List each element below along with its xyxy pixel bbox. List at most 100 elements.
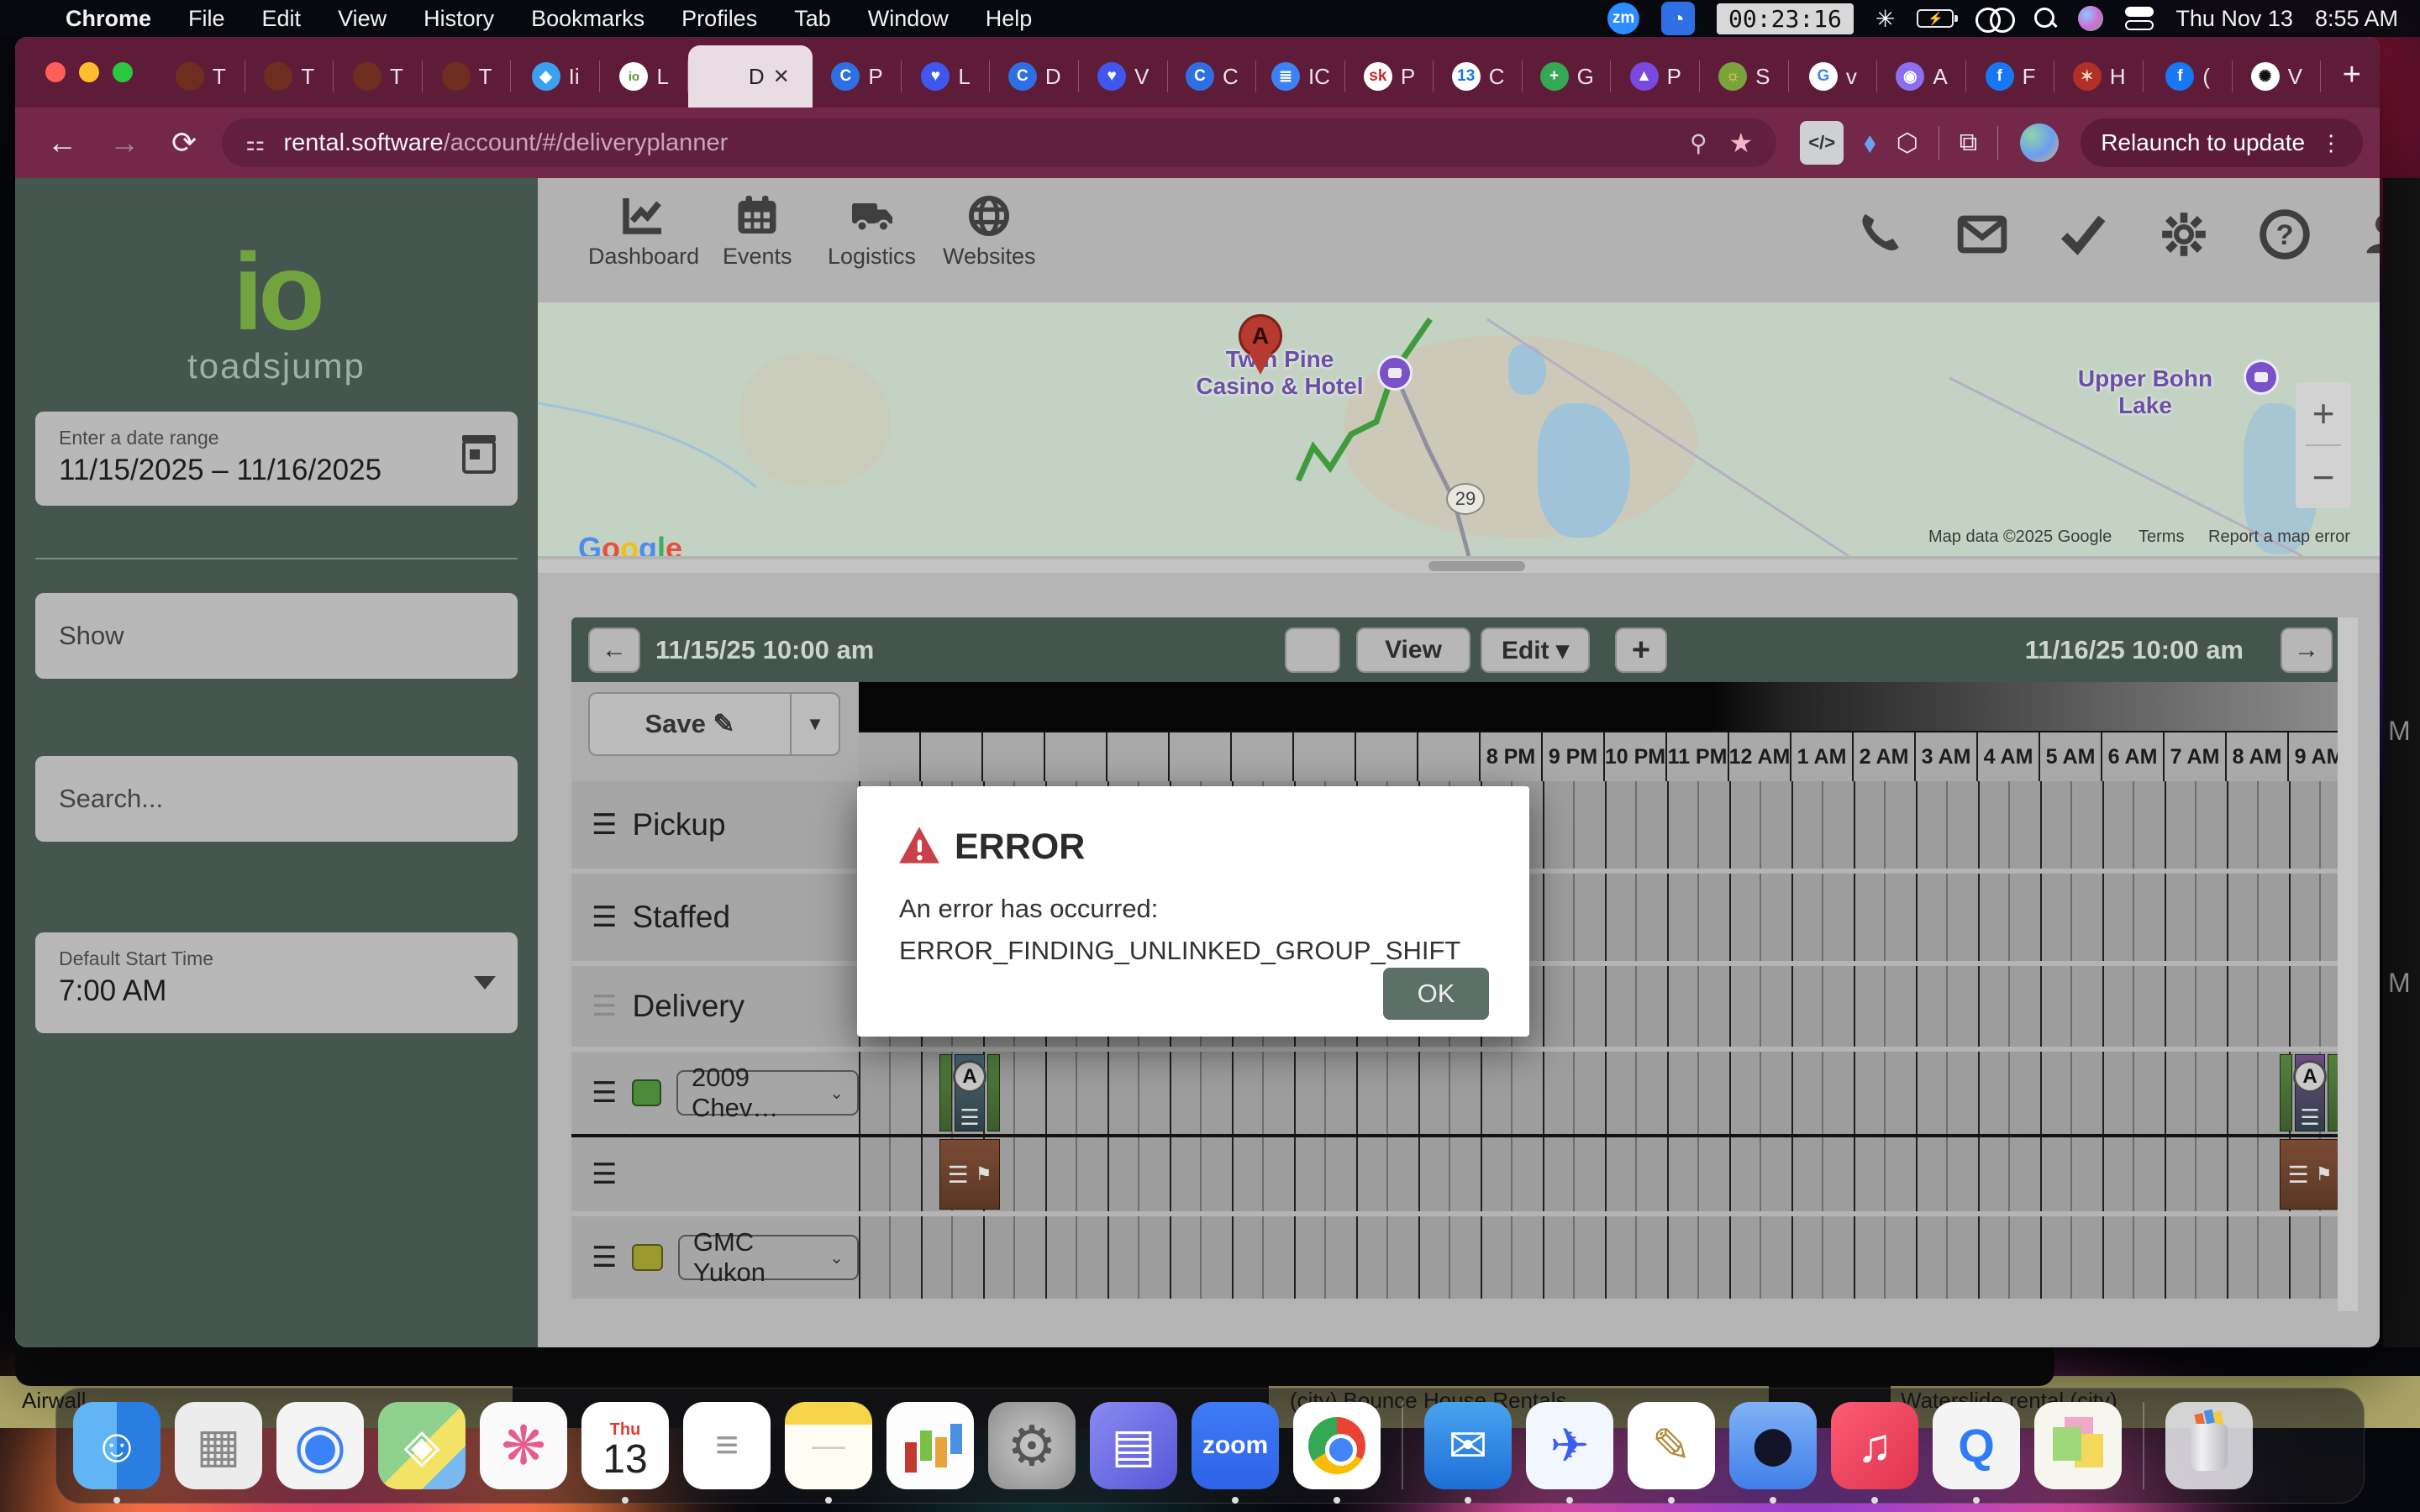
browser-tab[interactable]: f( <box>2144 45 2233 108</box>
close-window-button[interactable] <box>45 62 66 82</box>
linked-event-block[interactable]: ☰⚑ <box>939 1139 1000 1210</box>
screen-mirroring-icon[interactable] <box>1975 8 2012 29</box>
planner-next-button[interactable]: → <box>2281 627 2333 673</box>
event-drag-icon[interactable]: ☰ <box>2300 1105 2319 1131</box>
map-report-link[interactable]: Report a map error <box>2208 528 2350 547</box>
browser-tab[interactable]: ◆Ii <box>511 45 600 108</box>
save-button[interactable]: Save ✎ ▼ <box>588 692 840 756</box>
forward-button[interactable]: → <box>109 125 139 160</box>
browser-tab[interactable]: ♥L <box>902 45 991 108</box>
dock-zoom-app[interactable]: zoom <box>1192 1402 1279 1489</box>
dock-chrome[interactable] <box>1293 1402 1381 1489</box>
menu-item-tab[interactable]: Tab <box>794 6 831 32</box>
new-tab-button[interactable]: + <box>2343 59 2361 91</box>
menu-item-view[interactable]: View <box>338 6 387 32</box>
dock-camera-app[interactable]: ⬤ <box>1729 1402 1817 1489</box>
linked-event-block[interactable]: ☰⚑ <box>2280 1139 2340 1210</box>
person-icon[interactable] <box>2360 208 2380 265</box>
dock-safari[interactable]: ◉ <box>276 1402 364 1489</box>
add-button[interactable]: + <box>1615 627 1667 673</box>
ok-button[interactable]: OK <box>1383 968 1489 1020</box>
drag-handle-icon[interactable]: ☰ <box>592 903 617 932</box>
map-zoom-in-button[interactable]: + <box>2296 382 2351 444</box>
browser-tab[interactable]: T <box>245 45 334 108</box>
dock-stickies[interactable] <box>2034 1402 2122 1489</box>
dock-trash[interactable] <box>2165 1402 2253 1489</box>
menu-item-history[interactable]: History <box>424 6 494 32</box>
date-range-field[interactable]: Enter a date range 11/15/2025 – 11/16/20… <box>35 412 518 506</box>
dock-maps[interactable]: ◈ <box>378 1402 466 1489</box>
browser-tab[interactable]: fF <box>1966 45 2055 108</box>
phone-icon[interactable] <box>1855 208 1907 265</box>
control-center-icon[interactable] <box>2125 7 2154 30</box>
map-horizontal-scrollbar[interactable] <box>538 559 2380 573</box>
bookmark-star-icon[interactable]: ★ <box>1728 127 1753 159</box>
browser-tab[interactable]: ☼S <box>1700 45 1789 108</box>
browser-tab[interactable]: 13C <box>1434 45 1523 108</box>
browser-tab[interactable]: T <box>156 45 245 108</box>
spotlight-search-icon[interactable] <box>2034 8 2056 29</box>
vehicle-select[interactable]: 2009 Chev…⌄ <box>676 1070 859 1116</box>
browser-tab[interactable]: ◉A <box>1877 45 1966 108</box>
relaunch-to-update-button[interactable]: Relaunch to update ⋮ <box>2081 118 2363 167</box>
row-label-cell[interactable]: ☰ 2009 Chev…⌄ <box>571 1052 859 1134</box>
row-label-cell[interactable]: ☰Delivery <box>571 966 859 1047</box>
browser-tab[interactable]: +G <box>1523 45 1612 108</box>
map-marker-a[interactable]: A <box>1239 314 1282 375</box>
dock-system-settings[interactable]: ⚙ <box>988 1402 1076 1489</box>
browser-tab[interactable]: CP <box>813 45 902 108</box>
scrollbar-thumb[interactable] <box>1428 561 1525 571</box>
browser-tab[interactable]: skP <box>1345 45 1434 108</box>
nav-events[interactable]: Events <box>723 193 792 270</box>
nav-logistics[interactable]: Logistics <box>828 193 916 270</box>
drag-handle-icon[interactable]: ☰ <box>592 1160 617 1189</box>
gear-icon[interactable] <box>2158 208 2210 265</box>
view-button[interactable]: View <box>1356 627 1470 673</box>
menu-item-window[interactable]: Window <box>868 6 949 32</box>
browser-tab[interactable]: ♥V <box>1079 45 1168 108</box>
browser-tab[interactable]: D✕ <box>688 45 813 108</box>
browser-tab[interactable]: CD <box>990 45 1079 108</box>
dock-music[interactable]: ♫ <box>1831 1402 1918 1489</box>
browser-tab[interactable]: ✶H <box>2054 45 2144 108</box>
check-icon[interactable] <box>2057 208 2109 265</box>
map-zoom-out-button[interactable]: − <box>2296 446 2351 508</box>
browser-tab[interactable]: T <box>334 45 423 108</box>
browser-tab[interactable]: Gv <box>1789 45 1878 108</box>
minimize-window-button[interactable] <box>79 62 99 82</box>
dock-photos[interactable]: ❋ <box>480 1402 567 1489</box>
row-grid[interactable]: A☰ A☰ <box>859 1052 2353 1134</box>
event-drag-icon[interactable]: ☰ <box>948 1161 969 1189</box>
zoom-window-button[interactable] <box>113 62 133 82</box>
help-icon[interactable]: ? <box>2259 208 2311 265</box>
site-settings-icon[interactable]: ⚏ <box>245 130 265 156</box>
schedule-event[interactable]: A☰ <box>939 1054 1000 1131</box>
profile-avatar[interactable] <box>2020 123 2059 162</box>
row-grid[interactable]: ☰⚑ ☰⚑ <box>859 1137 2353 1211</box>
browser-tab[interactable]: ▲P <box>1611 45 1700 108</box>
event-drag-icon[interactable]: ☰ <box>2288 1161 2309 1189</box>
menu-item-help[interactable]: Help <box>986 6 1033 32</box>
default-start-time-select[interactable]: Default Start Time 7:00 AM <box>35 932 518 1033</box>
menu-item-profiles[interactable]: Profiles <box>681 6 757 32</box>
tag-extension-icon[interactable]: ⬧ <box>1864 127 1876 159</box>
event-main-bar[interactable]: A☰ <box>2295 1054 2325 1131</box>
search-input[interactable]: Search... <box>35 756 518 842</box>
reload-button[interactable]: ⟳ <box>171 125 197 160</box>
row-label-cell[interactable]: ☰GMC Yukon⌄ <box>571 1216 859 1299</box>
row-label-cell[interactable]: ☰Pickup <box>571 781 859 869</box>
dock-finder[interactable]: ☺ <box>73 1402 160 1489</box>
nav-dashboard[interactable]: Dashboard <box>588 193 699 270</box>
event-green-bar[interactable] <box>2280 1054 2292 1131</box>
menu-item-file[interactable]: File <box>188 6 225 32</box>
show-button[interactable]: Show <box>35 593 518 679</box>
chrome-menu-icon[interactable]: ⋮ <box>2320 130 2343 156</box>
side-panel-icon[interactable]: ⧉ <box>1960 129 1977 157</box>
dock-remote[interactable]: ▤ <box>1090 1402 1177 1489</box>
zoom-menu-icon[interactable]: zm <box>1607 3 1639 34</box>
event-green-bar[interactable] <box>987 1054 1000 1131</box>
event-green-bar[interactable] <box>939 1054 952 1131</box>
planner-small-button[interactable] <box>1285 627 1340 673</box>
dock-quicktime[interactable]: Q <box>1933 1402 2020 1489</box>
drag-handle-icon[interactable]: ☰ <box>592 1079 617 1107</box>
